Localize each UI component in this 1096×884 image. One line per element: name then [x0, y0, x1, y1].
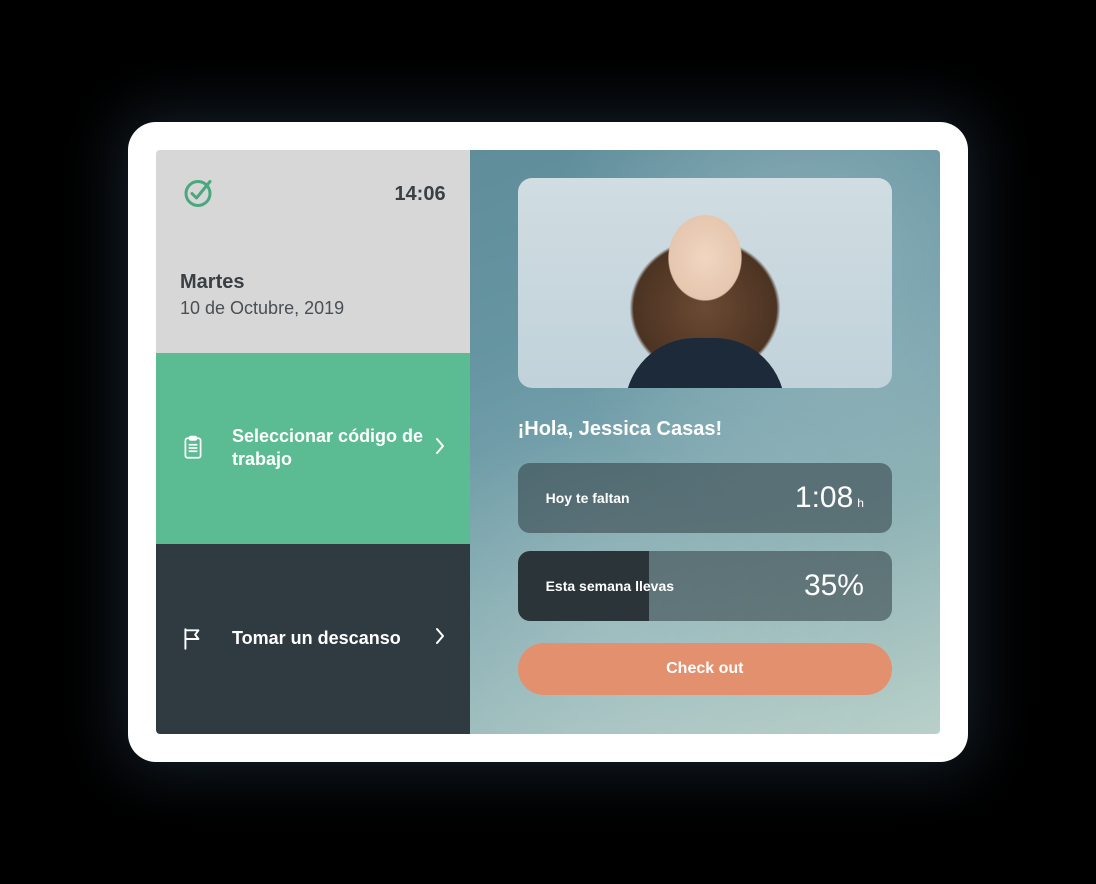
stat-remaining-value: 1:08 h	[795, 481, 864, 515]
left-column: 14:06 Martes 10 de Octubre, 2019 Selecci…	[156, 150, 470, 734]
stat-week-number: 35%	[804, 569, 864, 603]
checkout-button[interactable]: Check out	[518, 643, 892, 695]
stat-remaining-today: Hoy te faltan 1:08 h	[518, 463, 892, 533]
current-date: 10 de Octubre, 2019	[180, 298, 446, 319]
header-panel: 14:06 Martes 10 de Octubre, 2019	[156, 150, 470, 353]
logo-check-icon	[180, 174, 216, 215]
menu-label-workcode: Seleccionar código de trabajo	[232, 425, 434, 472]
chevron-right-icon	[434, 437, 446, 460]
greeting-text: ¡Hola, Jessica Casas!	[518, 418, 892, 441]
device-frame: 14:06 Martes 10 de Octubre, 2019 Selecci…	[128, 122, 968, 762]
chevron-right-icon	[434, 627, 446, 650]
current-day: Martes	[180, 271, 446, 294]
clock-time: 14:06	[394, 183, 445, 206]
stat-week-value: 35%	[804, 569, 864, 603]
menu-item-workcode[interactable]: Seleccionar código de trabajo	[156, 353, 470, 544]
right-column: ¡Hola, Jessica Casas! Hoy te faltan 1:08…	[470, 150, 940, 734]
stat-remaining-number: 1:08	[795, 481, 853, 515]
stat-remaining-unit: h	[857, 496, 864, 510]
clipboard-icon	[180, 435, 208, 461]
menu-label-break: Tomar un descanso	[232, 627, 434, 650]
user-photo	[518, 178, 892, 388]
stat-week-label: Esta semana llevas	[546, 578, 674, 594]
menu-item-break[interactable]: Tomar un descanso	[156, 544, 470, 735]
stat-remaining-label: Hoy te faltan	[546, 490, 630, 506]
flag-icon	[180, 626, 208, 652]
stat-week-progress: Esta semana llevas 35%	[518, 551, 892, 621]
app-root: 14:06 Martes 10 de Octubre, 2019 Selecci…	[156, 150, 940, 734]
header-top-row: 14:06	[180, 174, 446, 215]
